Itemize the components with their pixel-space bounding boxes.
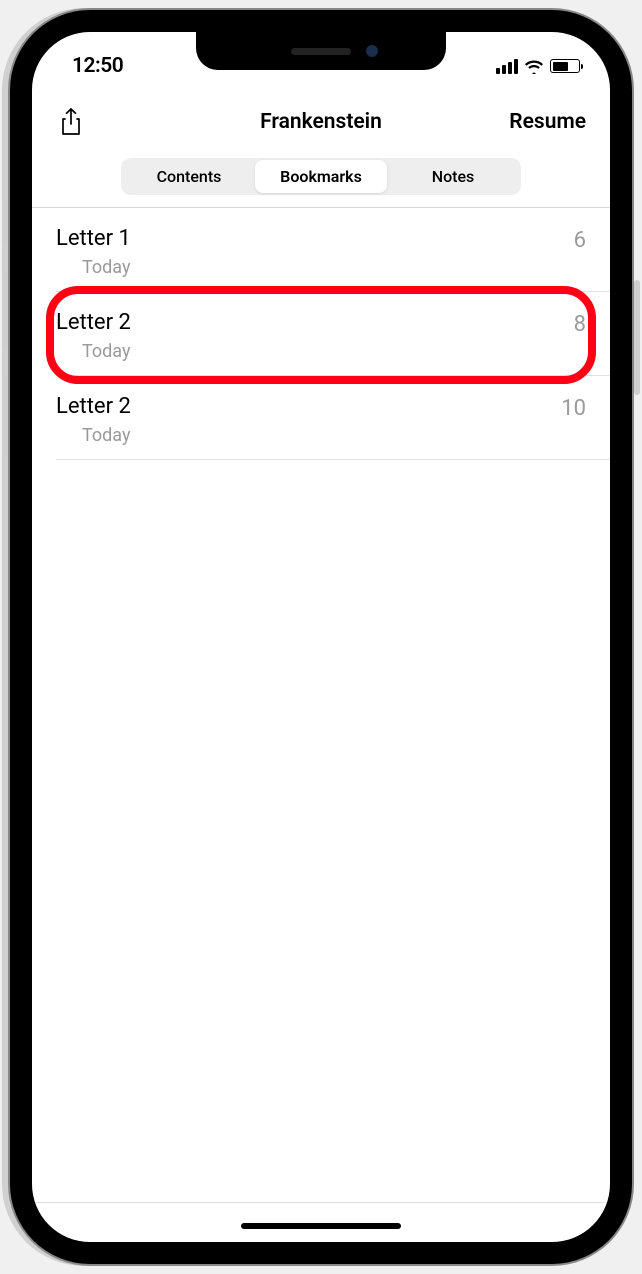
bookmark-row[interactable]: Letter 1 6 Today <box>32 208 610 292</box>
notch <box>196 32 446 70</box>
bookmark-title: Letter 2 <box>56 310 586 335</box>
bookmark-title: Letter 2 <box>56 394 586 419</box>
highlight-annotation <box>46 286 596 384</box>
bookmark-page: 10 <box>561 396 586 421</box>
status-indicators <box>496 59 580 74</box>
home-indicator-area <box>32 1202 610 1242</box>
row-divider <box>56 459 610 460</box>
home-indicator[interactable] <box>241 1223 401 1229</box>
segmented-control: Contents Bookmarks Notes <box>121 158 521 195</box>
tab-notes[interactable]: Notes <box>387 160 519 193</box>
bookmark-row[interactable]: Letter 2 8 Today <box>32 292 610 376</box>
share-icon <box>56 107 86 137</box>
side-buttons-right <box>634 280 640 395</box>
front-camera <box>366 45 378 57</box>
bookmark-title: Letter 1 <box>56 226 586 251</box>
tab-contents[interactable]: Contents <box>123 160 255 193</box>
bookmark-date: Today <box>82 425 586 446</box>
bookmark-date: Today <box>82 341 586 362</box>
battery-icon <box>550 59 580 73</box>
bookmarks-list: Letter 1 6 Today Letter 2 8 Today Letter… <box>32 208 610 460</box>
speaker <box>291 48 351 55</box>
status-time: 12:50 <box>72 54 123 78</box>
bookmark-page: 6 <box>574 228 586 253</box>
bookmark-date: Today <box>82 257 586 278</box>
nav-bar: Frankenstein Resume <box>32 94 610 150</box>
volume-up <box>2 273 8 348</box>
share-button[interactable] <box>56 107 86 137</box>
bookmark-row[interactable]: Letter 2 10 Today <box>32 376 610 460</box>
tab-bookmarks[interactable]: Bookmarks <box>255 160 387 193</box>
page-title: Frankenstein <box>260 110 382 134</box>
volume-down <box>2 376 8 451</box>
bookmark-page: 8 <box>574 312 586 337</box>
resume-button[interactable]: Resume <box>509 110 586 134</box>
device-frame: 12:50 Frankenstei <box>10 10 632 1264</box>
mute-switch <box>2 205 8 245</box>
power-button <box>634 280 640 395</box>
screen: 12:50 Frankenstei <box>32 32 610 1242</box>
cellular-signal-icon <box>496 59 518 74</box>
side-buttons-left <box>2 205 8 451</box>
wifi-icon <box>524 59 544 74</box>
